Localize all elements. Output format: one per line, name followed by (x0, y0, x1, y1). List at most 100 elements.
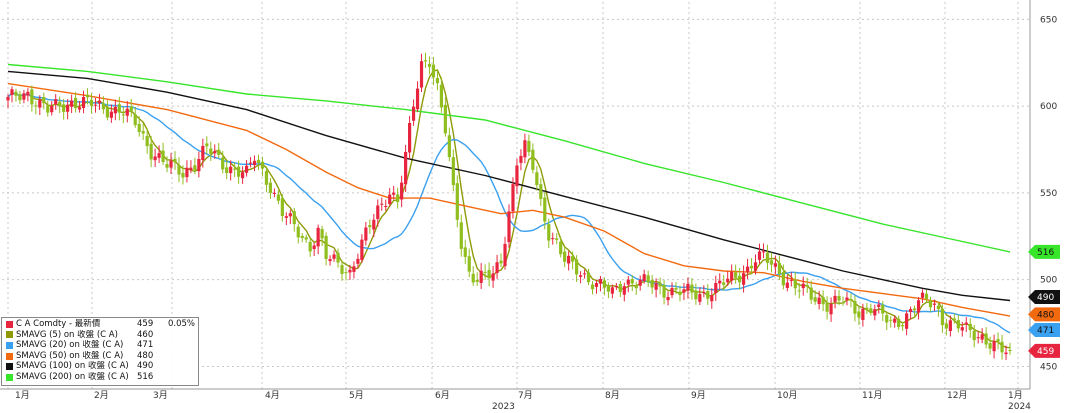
x-tick-label: 1月 (15, 390, 30, 401)
candle-body (749, 265, 754, 269)
x-tick-label: 3月 (153, 390, 168, 401)
candle-body (785, 282, 789, 288)
candle-body (833, 295, 837, 302)
candle-body (567, 255, 571, 264)
candle-body (54, 99, 58, 105)
year-label: 2024 (1008, 402, 1031, 412)
candle-body (495, 262, 499, 274)
candle-body (905, 313, 909, 329)
price-tag-label: 480 (1037, 311, 1054, 321)
candle-body (761, 251, 766, 253)
candle-body (268, 182, 273, 193)
candle-body (972, 330, 976, 341)
candle-body (845, 297, 849, 301)
candle-body (451, 157, 455, 186)
candle-body (348, 269, 352, 273)
candle-body (988, 343, 992, 349)
candle-body (404, 151, 408, 185)
candle-body (539, 184, 543, 199)
candle-body (483, 271, 487, 273)
legend-value: 516 (137, 371, 154, 382)
candle-body (571, 256, 575, 262)
legend-label: C A Comdty - 最新價 (16, 319, 101, 329)
candle-body (952, 318, 956, 321)
candle-body (606, 285, 611, 292)
x-tick-label: 1月 (1008, 390, 1023, 401)
candle-body (248, 162, 253, 164)
candle-body (137, 123, 141, 132)
candle-body (89, 99, 94, 106)
candle-body (757, 251, 762, 260)
candle-body (1004, 352, 1008, 355)
candle-body (996, 339, 1000, 342)
legend-change: 0.05% (167, 319, 195, 329)
candle-body (857, 311, 861, 318)
candle-body (419, 61, 424, 88)
candle-body (718, 280, 722, 284)
candle-body (217, 149, 221, 155)
candle-body (578, 275, 583, 277)
candle-body (463, 247, 467, 257)
candle-body (34, 105, 38, 107)
candle-body (85, 94, 90, 98)
candle-body (797, 290, 801, 292)
candle-body (18, 94, 22, 101)
candle-body (678, 291, 682, 296)
candle-body (368, 225, 372, 228)
candle-body (658, 282, 662, 287)
candle-body (642, 274, 646, 281)
candle-body (559, 241, 563, 255)
candle-body (252, 160, 257, 166)
candle-body (698, 294, 702, 302)
legend-label: SMAVG (5) on 收盤 (C A) (16, 329, 118, 340)
candle-body (487, 269, 491, 279)
candle-body (861, 308, 865, 320)
legend-swatch (6, 331, 13, 339)
candle-body (169, 160, 173, 168)
candle-body (773, 263, 778, 267)
candle-body (531, 149, 535, 170)
candle-body (447, 135, 451, 158)
candle-body (256, 159, 261, 163)
candle-body (308, 241, 312, 252)
candle-body (233, 168, 237, 170)
candle-body (467, 256, 471, 272)
candle-body (105, 107, 110, 118)
candle-body (781, 272, 785, 286)
candle-body (622, 286, 626, 295)
candle-body (264, 171, 269, 185)
year-label: 2023 (492, 402, 515, 412)
candle-body (686, 283, 690, 291)
candle-body (296, 226, 300, 238)
candle-body (292, 211, 296, 225)
candle-body (507, 211, 511, 243)
candle-body (920, 292, 925, 298)
candle-body (873, 309, 877, 316)
candle-body (706, 291, 710, 299)
candle-body (555, 238, 559, 240)
candle-body (801, 283, 805, 289)
legend-row: SMAVG (100) on 收盤 (C A) 490 (5, 361, 195, 372)
candle-body (213, 151, 217, 154)
x-tick-label: 12月 (947, 390, 967, 401)
x-tick-label: 11月 (862, 390, 882, 401)
candle-body (805, 284, 809, 287)
legend-value: 480 (137, 350, 154, 361)
candle-body (694, 290, 698, 300)
candle-body (185, 167, 189, 178)
candle-body (312, 245, 316, 250)
candle-body (674, 288, 678, 290)
candle-body (618, 284, 622, 293)
candle-body (356, 258, 360, 264)
candle-body (70, 100, 74, 107)
candle-body (376, 205, 380, 220)
candle-body (344, 272, 348, 274)
candle-body (431, 64, 436, 78)
candle-body (109, 111, 113, 118)
candle-body (455, 183, 459, 220)
candle-body (590, 284, 595, 290)
candle-body (443, 104, 447, 134)
candle-body (511, 184, 515, 212)
candle-body (62, 104, 66, 112)
candle-body (610, 287, 614, 294)
